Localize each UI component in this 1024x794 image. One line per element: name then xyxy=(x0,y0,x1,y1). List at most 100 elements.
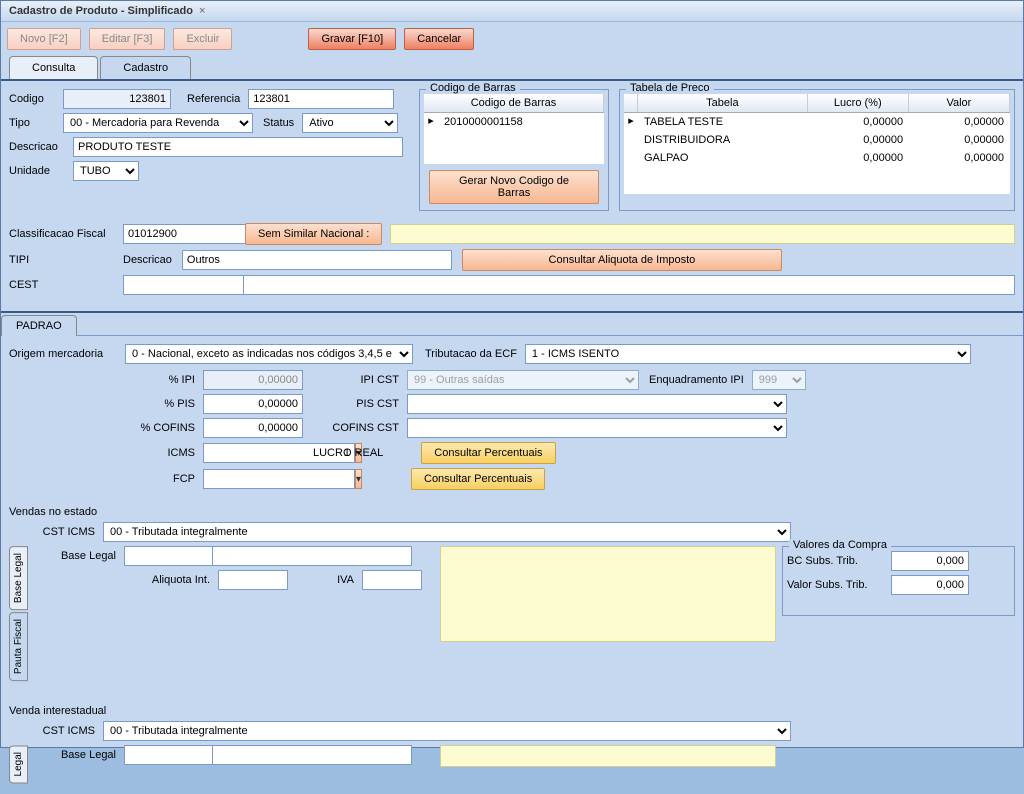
enq-ipi-select: 999 xyxy=(752,370,806,390)
pct-pis-field[interactable] xyxy=(203,394,303,414)
pct-cofins-field[interactable] xyxy=(203,418,303,438)
tipi-desc-field[interactable] xyxy=(182,250,452,270)
gerar-barras-button[interactable]: Gerar Novo Codigo de Barras xyxy=(429,170,599,204)
ipi-cst-label: IPI CST xyxy=(307,374,403,386)
cancelar-button[interactable]: Cancelar xyxy=(404,28,474,50)
price-name-cell: TABELA TESTE xyxy=(638,114,808,130)
price-row[interactable]: DISTRIBUIDORA0,000000,00000 xyxy=(624,131,1010,149)
tab-consulta[interactable]: Consulta xyxy=(9,56,98,79)
status-label: Status xyxy=(263,117,298,129)
codigo-label: Codigo xyxy=(9,93,59,105)
base-legal-label: Base Legal xyxy=(34,550,120,562)
barcode-row[interactable]: ▸ 2010000001158 xyxy=(424,113,604,131)
tipi-label: TIPI xyxy=(9,254,119,266)
consultar-aliquota-button[interactable]: Consultar Aliquota de Imposto xyxy=(462,249,782,271)
tabela-col-header: Tabela xyxy=(638,94,808,112)
valor-col-header: Valor xyxy=(909,94,1010,112)
vendas-estado-heading: Vendas no estado xyxy=(9,506,1015,518)
gravar-button[interactable]: Gravar [F10] xyxy=(308,28,396,50)
titlebar: Cadastro de Produto - Simplificado × xyxy=(1,1,1023,22)
lucro-real-label: LUCRO REAL xyxy=(313,447,387,459)
window-title: Cadastro de Produto - Simplificado xyxy=(9,5,193,17)
unidade-label: Unidade xyxy=(9,165,69,177)
price-valor-cell: 0,00000 xyxy=(909,150,1010,166)
pis-cst-select[interactable] xyxy=(407,394,787,414)
icms-label: ICMS xyxy=(9,447,199,459)
vtab-legal-inter[interactable]: Legal xyxy=(9,745,28,783)
editar-button[interactable]: Editar [F3] xyxy=(89,28,166,50)
cest-label: CEST xyxy=(9,279,119,291)
tab-padrao[interactable]: PADRAO xyxy=(1,315,77,336)
base-legal-inter-desc-field[interactable] xyxy=(212,745,412,765)
pct-pis-label: % PIS xyxy=(9,398,199,410)
barcode-col-header: Codigo de Barras xyxy=(424,94,604,112)
aliquota-int-label: Aliquota Int. xyxy=(34,574,214,586)
price-fieldset-title: Tabela de Preco xyxy=(626,82,714,94)
iva-field[interactable] xyxy=(362,570,422,590)
price-row[interactable]: ▸TABELA TESTE0,000000,00000 xyxy=(624,113,1010,131)
price-lucro-cell: 0,00000 xyxy=(808,150,909,166)
valor-subs-field[interactable] xyxy=(891,575,969,595)
trib-ecf-select[interactable]: 1 - ICMS ISENTO xyxy=(525,344,971,364)
pct-cofins-label: % COFINS xyxy=(9,422,199,434)
row-marker-icon xyxy=(624,132,638,148)
iva-label: IVA xyxy=(292,574,358,586)
bc-subs-label: BC Subs. Trib. xyxy=(787,555,887,567)
pct-ipi-label: % IPI xyxy=(9,374,199,386)
consultar-perc-icms-button[interactable]: Consultar Percentuais xyxy=(421,442,555,464)
base-legal-desc-field[interactable] xyxy=(212,546,412,566)
sem-similar-button[interactable]: Sem Similar Nacional : xyxy=(245,223,382,245)
pis-cst-label: PIS CST xyxy=(307,398,403,410)
referencia-field[interactable] xyxy=(248,89,394,109)
base-legal-inter-label: Base Legal xyxy=(34,749,120,761)
price-row[interactable]: GALPAO0,000000,00000 xyxy=(624,149,1010,167)
aliquota-int-field[interactable] xyxy=(218,570,288,590)
codigo-field[interactable] xyxy=(63,89,171,109)
descricao-label: Descricao xyxy=(9,141,69,153)
tipo-select[interactable]: 00 - Mercadoria para Revenda xyxy=(63,113,253,133)
row-marker-icon: ▸ xyxy=(424,114,438,130)
status-select[interactable]: Ativo xyxy=(302,113,398,133)
cst-icms-estado-label: CST ICMS xyxy=(9,526,99,538)
excluir-button[interactable]: Excluir xyxy=(173,28,232,50)
origem-select[interactable]: 0 - Nacional, exceto as indicadas nos có… xyxy=(125,344,413,364)
venda-inter-heading: Venda interestadual xyxy=(9,705,1015,717)
enq-ipi-label: Enquadramento IPI xyxy=(649,374,748,386)
tipi-desc-label: Descricao xyxy=(123,254,176,266)
consultar-perc-fcp-button[interactable]: Consultar Percentuais xyxy=(411,468,545,490)
trib-ecf-label: Tributacao da ECF xyxy=(425,348,521,360)
close-icon[interactable]: × xyxy=(199,5,205,17)
price-valor-cell: 0,00000 xyxy=(909,132,1010,148)
cofins-cst-select[interactable] xyxy=(407,418,787,438)
cst-icms-estado-select[interactable]: 00 - Tributada integralmente xyxy=(103,522,791,542)
tab-cadastro[interactable]: Cadastro xyxy=(100,56,191,79)
origem-label: Origem mercadoria xyxy=(9,348,121,360)
vtab-base-legal[interactable]: Base Legal xyxy=(9,546,28,610)
notes-box[interactable] xyxy=(440,546,776,642)
cofins-cst-label: COFINS CST xyxy=(307,422,403,434)
tipo-label: Tipo xyxy=(9,117,59,129)
bc-subs-field[interactable] xyxy=(891,551,969,571)
unidade-select[interactable]: TUBO xyxy=(73,161,139,181)
cst-icms-inter-select[interactable]: 00 - Tributada integralmente xyxy=(103,721,791,741)
valores-compra-title: Valores da Compra xyxy=(789,539,891,551)
cest-desc-field[interactable] xyxy=(243,275,1015,295)
descricao-field[interactable] xyxy=(73,137,403,157)
price-lucro-cell: 0,00000 xyxy=(808,132,909,148)
novo-button[interactable]: Novo [F2] xyxy=(7,28,81,50)
notes-box-inter[interactable] xyxy=(440,745,776,767)
barcode-fieldset-title: Codigo de Barras xyxy=(426,82,520,94)
price-name-cell: GALPAO xyxy=(638,150,808,166)
fcp-lookup-icon[interactable]: ▾ xyxy=(355,469,362,489)
row-marker-icon xyxy=(624,150,638,166)
ipi-cst-select: 99 - Outras saídas xyxy=(407,370,639,390)
pct-ipi-field[interactable] xyxy=(203,370,303,390)
class-fiscal-label: Classificacao Fiscal xyxy=(9,228,119,240)
cst-icms-inter-label: CST ICMS xyxy=(9,725,99,737)
valor-subs-label: Valor Subs. Trib. xyxy=(787,579,887,591)
fcp-field[interactable] xyxy=(203,469,355,489)
row-marker-icon: ▸ xyxy=(624,114,638,130)
vtab-pauta-fiscal[interactable]: Pauta Fiscal xyxy=(9,612,28,681)
barcode-cell: 2010000001158 xyxy=(438,114,529,130)
price-valor-cell: 0,00000 xyxy=(909,114,1010,130)
